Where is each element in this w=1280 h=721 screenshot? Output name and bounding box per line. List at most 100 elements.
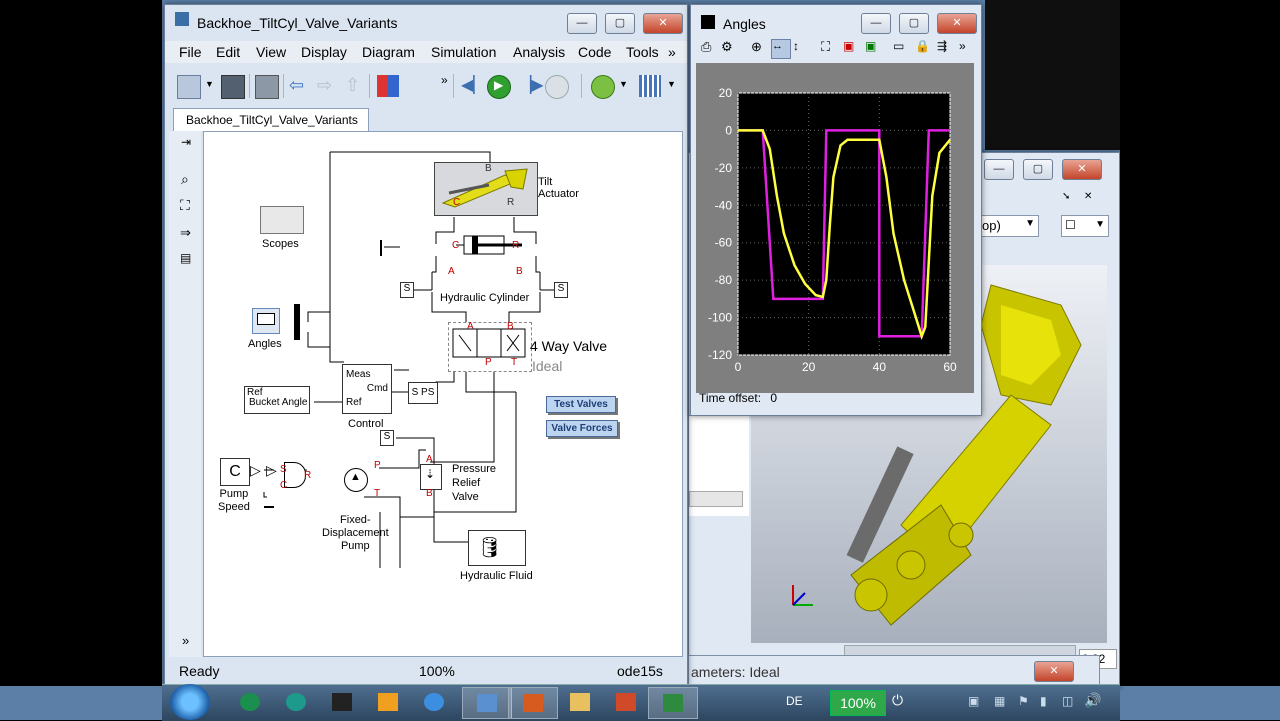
taskbar-simulink-icon[interactable] xyxy=(462,687,512,719)
fixed-displacement-pump-block[interactable]: ▲ xyxy=(344,468,368,492)
menu-code[interactable]: Code xyxy=(578,44,611,60)
hide-show-icon[interactable]: ⇥ xyxy=(181,135,191,149)
hydraulic-fluid-block[interactable]: 🛢 xyxy=(468,530,526,566)
toolbar-more-1[interactable]: » xyxy=(441,73,448,87)
close-button[interactable]: ✕ xyxy=(643,13,683,34)
battery-indicator[interactable]: 100% xyxy=(830,690,886,716)
taskbar-outlook-icon[interactable] xyxy=(364,687,412,717)
tray-icon-1[interactable]: ▣ xyxy=(968,694,979,708)
taskbar-camtasia-icon[interactable] xyxy=(648,687,698,719)
arrow-icon[interactable]: ⇒ xyxy=(180,225,191,241)
restore-axes-icon[interactable]: ▣ xyxy=(865,39,883,57)
menu-simulation[interactable]: Simulation xyxy=(431,44,496,60)
status-solver[interactable]: ode15s xyxy=(617,663,663,679)
save-axes-icon[interactable]: ▣ xyxy=(843,39,861,57)
pump-speed-constant-block[interactable]: C xyxy=(220,458,250,486)
sensor-s-left[interactable]: S xyxy=(400,282,414,298)
grid-config-icon[interactable] xyxy=(639,75,661,97)
forward-arrow-icon[interactable]: ⇨ xyxy=(317,75,332,96)
tray-icon-5[interactable]: ◫ xyxy=(1062,694,1073,708)
minimize-button[interactable]: — xyxy=(567,13,597,34)
hydraulic-cylinder-block[interactable]: C R xyxy=(436,232,536,260)
menu-display[interactable]: Display xyxy=(301,44,347,60)
menu-diagram[interactable]: Diagram xyxy=(362,44,415,60)
gear-icon[interactable]: ⚙ xyxy=(721,39,739,57)
library-browser-icon[interactable] xyxy=(377,75,399,97)
mech-box-dropdown[interactable]: ☐ ▼ xyxy=(1061,215,1109,237)
scope-close-button[interactable]: ✕ xyxy=(937,13,977,34)
params-close-button[interactable]: ✕ xyxy=(1034,661,1074,682)
menu-file[interactable]: File xyxy=(179,44,202,60)
chevron-down-icon[interactable]: ▼ xyxy=(619,79,628,89)
zoom-in-icon[interactable]: ⊕ xyxy=(751,39,769,57)
taskbar-powerpoint-icon[interactable] xyxy=(602,687,650,717)
step-forward-icon[interactable]: ▕▶ xyxy=(519,75,544,95)
chevron-down-icon[interactable]: ▼ xyxy=(205,79,214,89)
tray-icon-2[interactable]: ▦ xyxy=(994,694,1005,708)
mux-block[interactable] xyxy=(294,304,300,340)
mech-view-dropdown[interactable]: op) ▼ xyxy=(979,215,1039,237)
annotation-icon[interactable]: ▤ xyxy=(180,251,191,265)
back-arrow-icon[interactable]: ⇦ xyxy=(289,75,304,96)
menu-edit[interactable]: Edit xyxy=(216,44,240,60)
check-icon[interactable] xyxy=(591,75,615,99)
new-model-icon[interactable] xyxy=(177,75,201,99)
fit-view-icon[interactable]: ⛶ xyxy=(180,197,190,214)
mech-close-button[interactable]: ✕ xyxy=(1062,159,1102,180)
pressure-relief-valve-block[interactable]: ⇣ xyxy=(420,464,442,490)
mech-maximize-button[interactable]: ▢ xyxy=(1023,159,1053,180)
up-arrow-icon[interactable]: ⇧ xyxy=(345,75,360,96)
palette-more-icon[interactable]: » xyxy=(182,633,189,648)
control-subsystem-block[interactable]: Meas Cmd Ref xyxy=(342,364,392,414)
menu-more[interactable]: » xyxy=(668,44,676,60)
signal-selector-icon[interactable]: ⇶ xyxy=(937,39,955,57)
model-canvas[interactable]: C B R Tilt Actuator Scopes C R A B S S H… xyxy=(203,131,683,657)
stop-button-icon[interactable] xyxy=(545,75,569,99)
chevron-down-icon[interactable]: ▼ xyxy=(667,79,676,89)
maximize-button[interactable]: ▢ xyxy=(605,13,635,34)
scopes-subsystem-block[interactable] xyxy=(260,206,304,234)
print-icon[interactable]: ⎙ xyxy=(701,39,719,57)
menu-tools[interactable]: Tools xyxy=(626,44,659,60)
scope-plot-area[interactable]: 0 20 40 60 20 0 -20 -40 -60 -80 -100 -120 xyxy=(696,63,974,393)
zoom-x-icon[interactable]: ↔ xyxy=(771,39,791,59)
scope-maximize-button[interactable]: ▢ xyxy=(899,13,929,34)
s-to-ps-block[interactable]: S PS xyxy=(408,382,438,404)
print-icon[interactable] xyxy=(255,75,279,99)
taskbar-ie-icon[interactable] xyxy=(410,687,458,717)
step-back-icon[interactable]: ◀▏ xyxy=(461,75,486,95)
taskbar-matlab-icon[interactable] xyxy=(508,687,558,719)
test-valves-button[interactable]: Test Valves xyxy=(546,396,616,413)
autoscale-icon[interactable]: ⛶ xyxy=(821,39,839,57)
angles-scope-block[interactable] xyxy=(252,308,280,334)
save-icon[interactable] xyxy=(221,75,245,99)
tray-icon-3[interactable]: ⚑ xyxy=(1018,694,1029,708)
tray-icon-4[interactable]: ▮ xyxy=(1040,694,1047,708)
lock-icon[interactable]: 🔒 xyxy=(915,39,933,57)
mech-tree-scroll[interactable] xyxy=(689,491,743,507)
tab-model[interactable]: Backhoe_TiltCyl_Valve_Variants xyxy=(173,108,369,131)
speaker-icon[interactable]: 🔊 xyxy=(1084,692,1101,709)
plug-icon[interactable]: ⏻ xyxy=(892,692,903,709)
language-indicator[interactable]: DE xyxy=(786,694,803,708)
bucket-angle-ref-block[interactable]: Ref Bucket Angle xyxy=(244,386,310,414)
taskbar-eye-app-2-icon[interactable] xyxy=(272,687,320,717)
scope-minimize-button[interactable]: — xyxy=(861,13,891,34)
taskbar-explorer-icon[interactable] xyxy=(556,687,604,717)
menu-analysis[interactable]: Analysis xyxy=(513,44,565,60)
tilt-actuator-block[interactable]: C B R xyxy=(434,162,538,216)
sensor-s-right[interactable]: S xyxy=(554,282,568,298)
zoom-y-icon[interactable]: ↕ xyxy=(793,39,811,57)
sensor-s-pump[interactable]: S xyxy=(380,430,394,446)
four-way-valve-block[interactable]: A B P T xyxy=(448,321,532,372)
mech-minimize-button[interactable]: — xyxy=(984,159,1014,180)
valve-forces-button[interactable]: Valve Forces xyxy=(546,420,618,437)
more-icon[interactable]: » xyxy=(959,39,977,57)
taskbar-photo-app-icon[interactable] xyxy=(318,687,366,717)
zoom-icon[interactable]: ⌕ xyxy=(181,171,189,188)
ideal-source-block[interactable] xyxy=(284,462,306,488)
menu-view[interactable]: View xyxy=(256,44,286,60)
start-button[interactable] xyxy=(170,684,210,720)
taskbar-eye-app-1-icon[interactable] xyxy=(226,687,274,717)
floating-scope-icon[interactable]: ▭ xyxy=(893,39,911,57)
